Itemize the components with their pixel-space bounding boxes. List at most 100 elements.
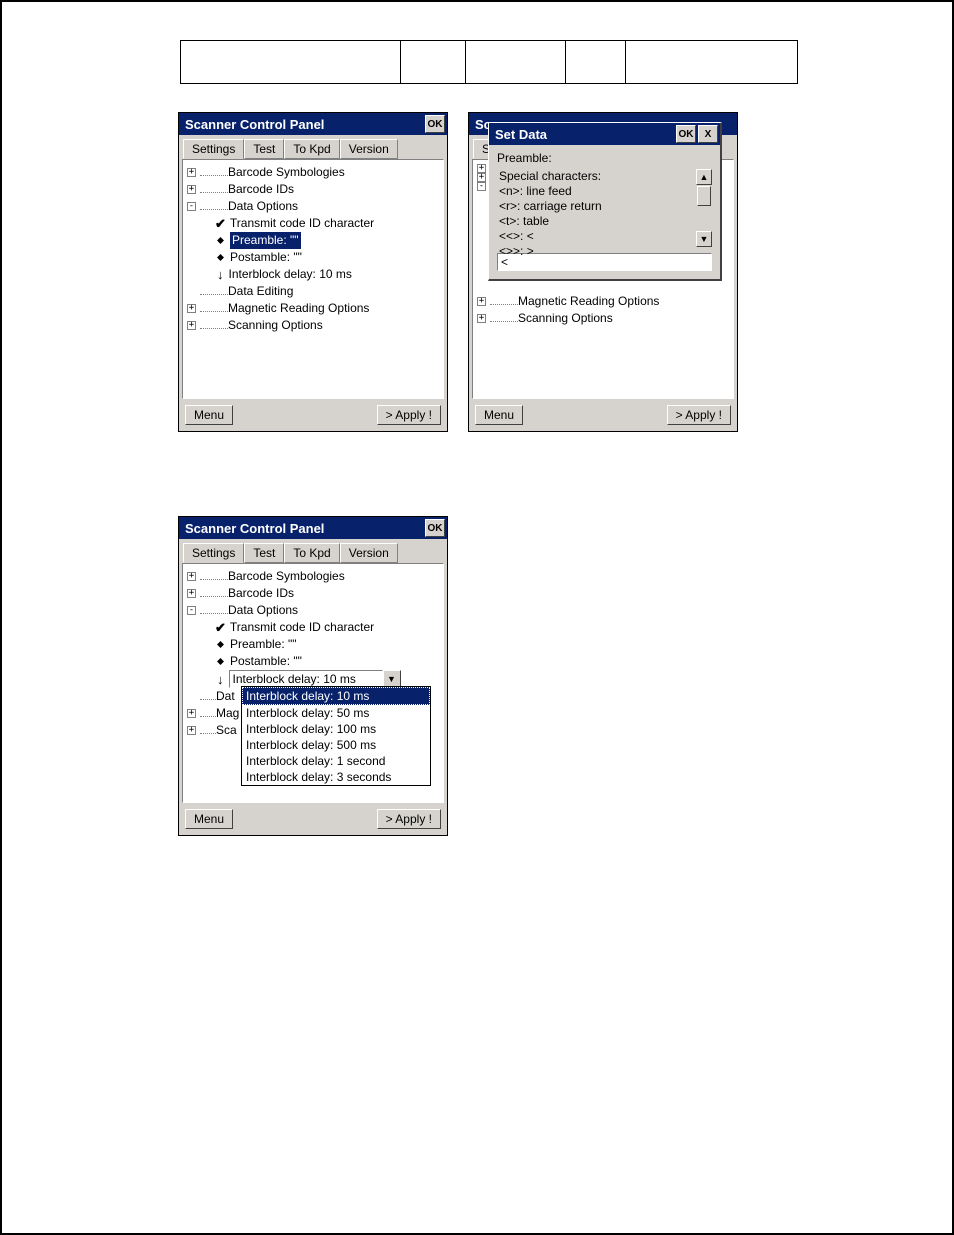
help-text-box: Special characters: <n>: line feed <r>: …	[497, 169, 712, 247]
tab-to-kpd[interactable]: To Kpd	[284, 543, 339, 563]
checkmark-icon: ✔	[215, 622, 226, 634]
tree-node-barcode-ids[interactable]: Barcode IDs	[228, 181, 294, 198]
collapse-icon[interactable]: -	[477, 182, 486, 191]
scroll-down-icon[interactable]: ▼	[696, 231, 712, 247]
tree-node-scanning-options[interactable]: Scanning Options	[518, 310, 613, 327]
tree-node-interblock-delay[interactable]: Interblock delay: 10 ms	[229, 266, 352, 283]
tree-node-data-options[interactable]: Data Options	[228, 198, 298, 215]
header-cell	[401, 41, 466, 83]
tree-node-data-options[interactable]: Data Options	[228, 602, 298, 619]
tab-bar: Settings Test To Kpd Version	[179, 135, 447, 159]
tree-node-magnetic-reading[interactable]: Magnetic Reading Options	[518, 293, 659, 310]
expand-icon[interactable]: +	[187, 321, 196, 330]
tree-node-scanning-options[interactable]: Scanning Options	[228, 317, 323, 334]
expand-icon[interactable]: +	[187, 709, 196, 718]
dropdown-option[interactable]: Interblock delay: 50 ms	[242, 705, 430, 721]
scroll-thumb[interactable]	[697, 186, 711, 206]
tab-version[interactable]: Version	[340, 543, 398, 563]
expand-icon[interactable]: +	[187, 589, 196, 598]
preamble-label: Preamble:	[497, 151, 712, 165]
document-page: Scanner Control Panel OK Settings Test T…	[0, 0, 954, 1235]
bottom-bar: Menu > Apply !	[469, 399, 737, 431]
tree-node-data-editing[interactable]: Data Editing	[228, 283, 293, 300]
tree-node-truncated[interactable]: Mag	[216, 705, 239, 722]
tab-settings[interactable]: Settings	[183, 139, 244, 159]
bullet-icon	[217, 641, 224, 648]
expand-icon[interactable]: +	[187, 168, 196, 177]
set-data-dialog: Set Data OK X Preamble: Special characte…	[488, 122, 722, 281]
tab-version[interactable]: Version	[340, 139, 398, 159]
scanner-panel-c: Scanner Control Panel OK Settings Test T…	[178, 516, 448, 836]
close-button[interactable]: X	[698, 125, 718, 143]
help-line: <>>: >	[499, 244, 710, 259]
tree-node-postamble[interactable]: Postamble: ""	[230, 249, 302, 266]
tree-view[interactable]: + Barcode Symbologies + Barcode IDs - Data …	[182, 563, 444, 803]
tree-node-truncated[interactable]: Dat	[216, 688, 235, 705]
header-cell	[566, 41, 626, 83]
tab-to-kpd[interactable]: To Kpd	[284, 139, 339, 159]
scroll-up-icon[interactable]: ▲	[696, 169, 712, 185]
titlebar: Scanner Control Panel OK	[179, 113, 447, 135]
ok-button[interactable]: OK	[425, 115, 445, 133]
collapse-icon[interactable]: -	[187, 202, 196, 211]
apply-button[interactable]: > Apply !	[377, 405, 441, 425]
bottom-bar: Menu > Apply !	[179, 803, 447, 835]
tree-node-postamble[interactable]: Postamble: ""	[230, 653, 302, 670]
tab-settings[interactable]: Settings	[183, 543, 244, 563]
header-cell	[466, 41, 566, 83]
header-table	[180, 40, 798, 84]
help-line: <<>: <	[499, 229, 710, 244]
dropdown-option[interactable]: Interblock delay: 10 ms	[242, 687, 430, 705]
ok-button[interactable]: OK	[425, 519, 445, 537]
expand-icon[interactable]: +	[187, 572, 196, 581]
header-cell	[626, 41, 797, 83]
help-line: <r>: carriage return	[499, 199, 710, 214]
tree-node-barcode-symbologies[interactable]: Barcode Symbologies	[228, 568, 345, 585]
collapse-icon[interactable]: -	[187, 606, 196, 615]
expand-icon[interactable]: +	[477, 297, 486, 306]
expand-icon[interactable]: +	[187, 304, 196, 313]
tree-node-barcode-symbologies[interactable]: Barcode Symbologies	[228, 164, 345, 181]
window-title: Scanner Control Panel	[185, 117, 324, 132]
apply-button[interactable]: > Apply !	[377, 809, 441, 829]
apply-button[interactable]: > Apply !	[667, 405, 731, 425]
tree-node-truncated[interactable]: Sca	[216, 722, 237, 739]
tab-bar: Settings Test To Kpd Version	[179, 539, 447, 563]
expand-icon[interactable]: +	[187, 726, 196, 735]
checkmark-icon: ✔	[215, 218, 226, 230]
tab-test[interactable]: Test	[244, 543, 284, 563]
interblock-delay-dropdown[interactable]: Interblock delay: 10 ms Interblock delay…	[241, 686, 431, 786]
help-line: <n>: line feed	[499, 184, 710, 199]
tab-test[interactable]: Test	[244, 139, 284, 159]
menu-button[interactable]: Menu	[475, 405, 523, 425]
header-cell	[181, 41, 401, 83]
ok-button[interactable]: OK	[676, 125, 696, 143]
expand-icon[interactable]: +	[477, 314, 486, 323]
tree-view[interactable]: + Barcode Symbologies + Barcode IDs - Data …	[182, 159, 444, 399]
menu-button[interactable]: Menu	[185, 809, 233, 829]
bullet-icon	[217, 658, 224, 665]
dropdown-option[interactable]: Interblock delay: 100 ms	[242, 721, 430, 737]
tree-node-preamble[interactable]: Preamble: ""	[230, 232, 301, 249]
titlebar: Scanner Control Panel OK	[179, 517, 447, 539]
down-arrow-icon: ↓	[217, 266, 224, 283]
tree-node-magnetic-reading[interactable]: Magnetic Reading Options	[228, 300, 369, 317]
tree-node-transmit-code-id[interactable]: Transmit code ID character	[230, 215, 374, 232]
bullet-icon	[217, 254, 224, 261]
dialog-body: Preamble: Special characters: <n>: line …	[489, 145, 720, 279]
bottom-bar: Menu > Apply !	[179, 399, 447, 431]
tree-node-transmit-code-id[interactable]: Transmit code ID character	[230, 619, 374, 636]
dropdown-option[interactable]: Interblock delay: 1 second	[242, 753, 430, 769]
down-arrow-icon: ↓	[217, 671, 224, 688]
dialog-titlebar: Set Data OK X	[489, 123, 720, 145]
help-line: Special characters:	[499, 169, 710, 184]
tree-node-barcode-ids[interactable]: Barcode IDs	[228, 585, 294, 602]
tree-node-preamble[interactable]: Preamble: ""	[230, 636, 297, 653]
scanner-panel-b-wrap: Sc Se + + - +Magnetic Reading Options +S…	[468, 112, 738, 432]
dropdown-option[interactable]: Interblock delay: 3 seconds	[242, 769, 430, 785]
dialog-title: Set Data	[495, 127, 547, 142]
scrollbar[interactable]: ▲ ▼	[696, 169, 712, 247]
expand-icon[interactable]: +	[187, 185, 196, 194]
dropdown-option[interactable]: Interblock delay: 500 ms	[242, 737, 430, 753]
menu-button[interactable]: Menu	[185, 405, 233, 425]
